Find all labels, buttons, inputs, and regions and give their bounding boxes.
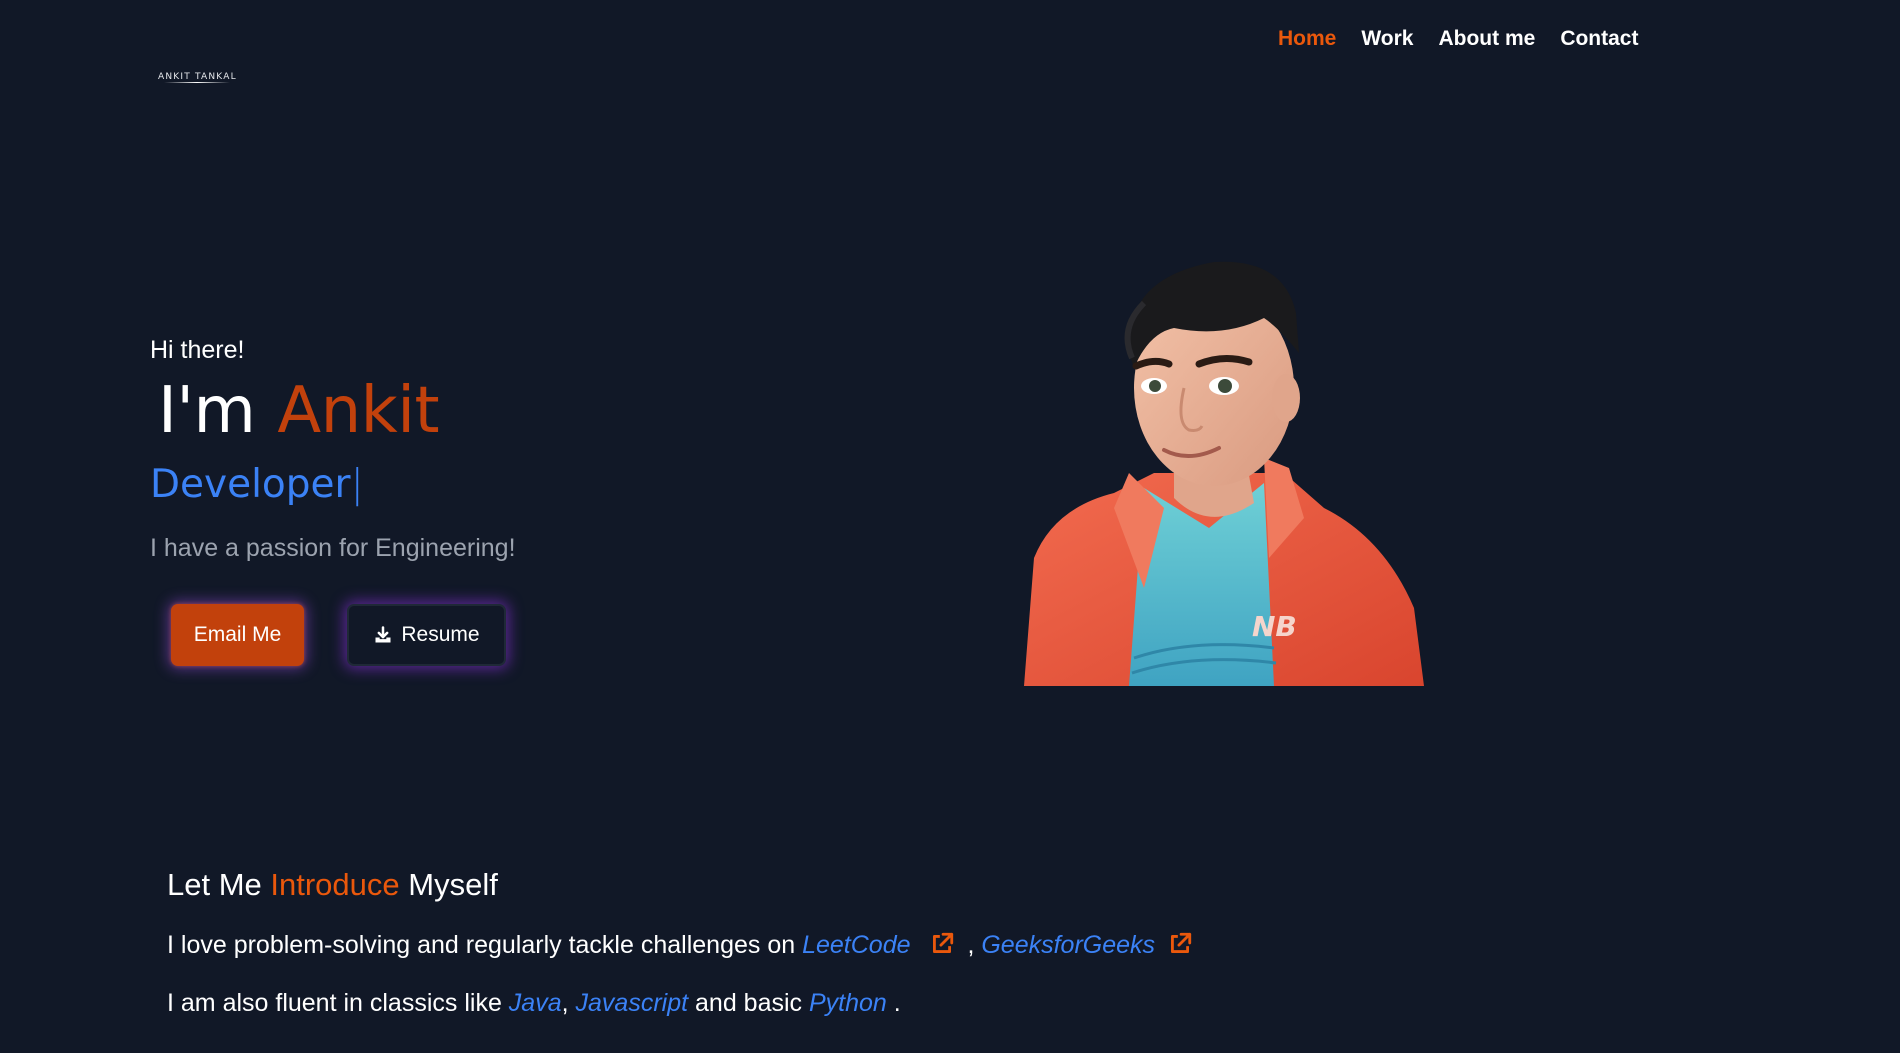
- svg-text:NB: NB: [1252, 610, 1297, 643]
- intro-line2-prefix: I am also fluent in classics like: [167, 989, 509, 1017]
- intro-line-problem-solving: I love problem-solving and regularly tac…: [167, 931, 1199, 960]
- lang-javascript: Javascript: [575, 989, 689, 1017]
- lang-python: Python: [808, 989, 887, 1017]
- avatar-3d-image: NB: [1024, 261, 1424, 686]
- geeksforgeeks-link[interactable]: GeeksforGeeks: [981, 931, 1155, 959]
- nav-home[interactable]: Home: [1278, 27, 1336, 51]
- external-link-icon[interactable]: [1167, 931, 1193, 957]
- typing-cursor: |: [350, 462, 364, 507]
- leetcode-link[interactable]: LeetCode: [802, 931, 910, 959]
- resume-button[interactable]: Resume: [347, 604, 506, 666]
- hero-headline: I'm Ankit: [158, 374, 440, 448]
- intro-title-accent: Introduce: [270, 867, 400, 902]
- main-nav: Home Work About me Contact: [1278, 27, 1638, 51]
- hero-tagline: I have a passion for Engineering!: [150, 534, 516, 562]
- email-me-label: Email Me: [193, 623, 282, 646]
- hero-greeting: Hi there!: [150, 336, 245, 364]
- logo-underline: [164, 82, 230, 83]
- intro-title-start: Let Me: [167, 867, 271, 902]
- hero-name: Ankit: [277, 374, 440, 448]
- avatar-illustration: NB: [1024, 258, 1424, 686]
- intro-line-languages: I am also fluent in classics like Java, …: [167, 989, 901, 1018]
- download-icon: [375, 626, 391, 643]
- site-logo[interactable]: ANKIT TANKAL: [158, 66, 236, 88]
- nav-work[interactable]: Work: [1361, 27, 1413, 51]
- lang-and-basic: and basic: [688, 989, 809, 1017]
- nav-about-me[interactable]: About me: [1438, 27, 1535, 51]
- external-link-icon[interactable]: [929, 931, 955, 957]
- lang-comma: ,: [561, 989, 576, 1017]
- hero-im: I'm: [158, 374, 256, 448]
- intro-line1-prefix: I love problem-solving and regularly tac…: [167, 931, 803, 959]
- intro-separator: ,: [960, 931, 982, 959]
- hero-role: Developer|: [150, 462, 364, 507]
- lang-java: Java: [508, 989, 562, 1017]
- intro-title: Let Me Introduce Myself: [167, 867, 498, 903]
- page: ANKIT TANKAL Home Work About me Contact …: [0, 0, 1900, 1053]
- logo-text: ANKIT TANKAL: [158, 72, 237, 82]
- nav-contact[interactable]: Contact: [1560, 27, 1638, 51]
- email-me-button[interactable]: Email Me: [171, 604, 304, 666]
- resume-label: Resume: [401, 623, 480, 646]
- intro-title-end: Myself: [399, 867, 498, 902]
- hero-role-text: Developer: [150, 462, 351, 507]
- lang-period: .: [886, 989, 901, 1017]
